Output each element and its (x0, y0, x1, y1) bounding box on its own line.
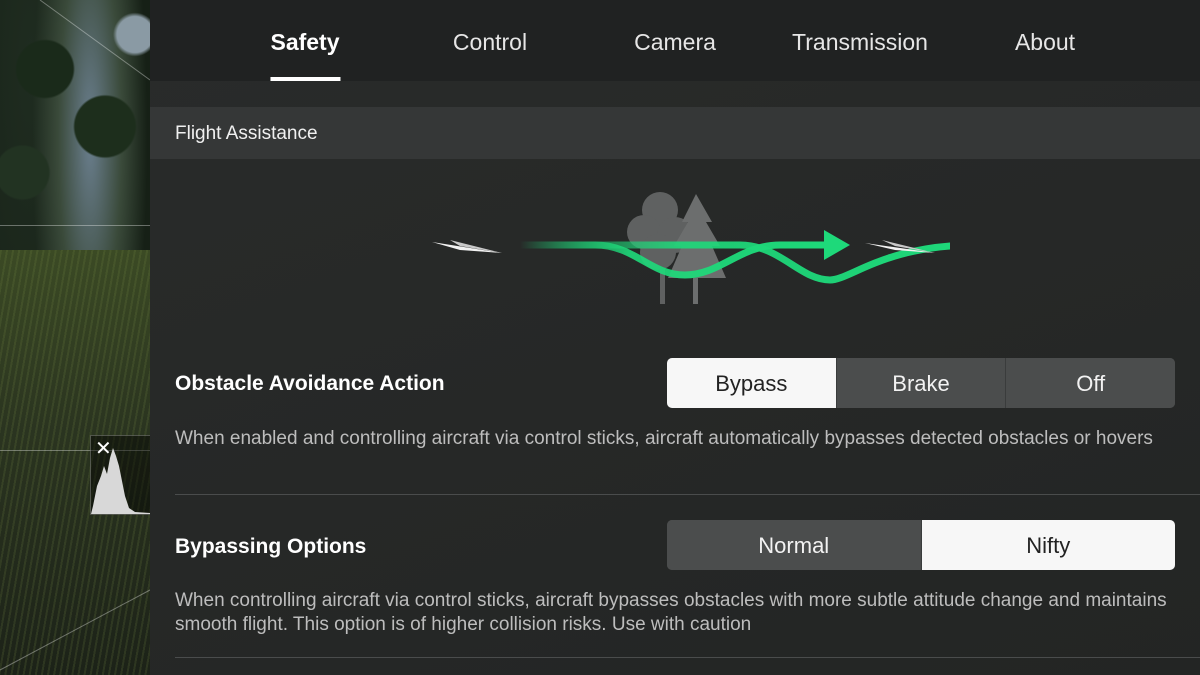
obstacle-bypass-illustration (432, 192, 950, 304)
tab-label: Transmission (792, 29, 928, 55)
divider (175, 494, 1200, 495)
tab-camera[interactable]: Camera (634, 0, 716, 81)
histogram-widget[interactable]: ✕ (90, 435, 150, 515)
camera-feed-guidelines (0, 0, 150, 671)
active-tab-indicator (269, 77, 340, 81)
close-icon[interactable]: ✕ (95, 438, 112, 458)
bypassing-options-title: Bypassing Options (175, 535, 367, 558)
option-off[interactable]: Off (1005, 358, 1175, 408)
section-header: Flight Assistance (150, 107, 1200, 159)
option-nifty[interactable]: Nifty (920, 520, 1175, 570)
obstacle-avoidance-selector: Bypass Brake Off (667, 358, 1175, 408)
tab-about[interactable]: About (1015, 0, 1075, 81)
tab-control[interactable]: Control (453, 0, 527, 81)
camera-feed: ✕ (0, 0, 150, 675)
obstacle-avoidance-title: Obstacle Avoidance Action (175, 372, 445, 395)
arrow-right-icon (824, 230, 850, 260)
bypassing-options-description: When controlling aircraft via control st… (175, 590, 1167, 635)
tab-label: Safety (270, 29, 340, 55)
tab-transmission[interactable]: Transmission (792, 0, 928, 81)
bypassing-options-selector: Normal Nifty (667, 520, 1175, 570)
tab-safety[interactable]: Safety (269, 0, 340, 81)
option-bypass[interactable]: Bypass (667, 358, 836, 408)
option-brake[interactable]: Brake (835, 358, 1006, 408)
tab-label: Camera (634, 29, 716, 55)
grid-line (0, 225, 150, 226)
paper-plane-icon (432, 240, 502, 253)
option-normal[interactable]: Normal (667, 520, 921, 570)
tab-label: About (1014, 29, 1076, 55)
tab-bar: Safety Control Camera Transmission About (150, 0, 1200, 81)
flight-path (516, 241, 950, 284)
divider (175, 657, 1200, 658)
tab-label: Control (452, 29, 528, 55)
section-title: Flight Assistance (175, 123, 318, 144)
obstacle-avoidance-description: When enabled and controlling aircraft vi… (175, 428, 1153, 449)
settings-panel: Safety Control Camera Transmission About… (150, 0, 1200, 675)
